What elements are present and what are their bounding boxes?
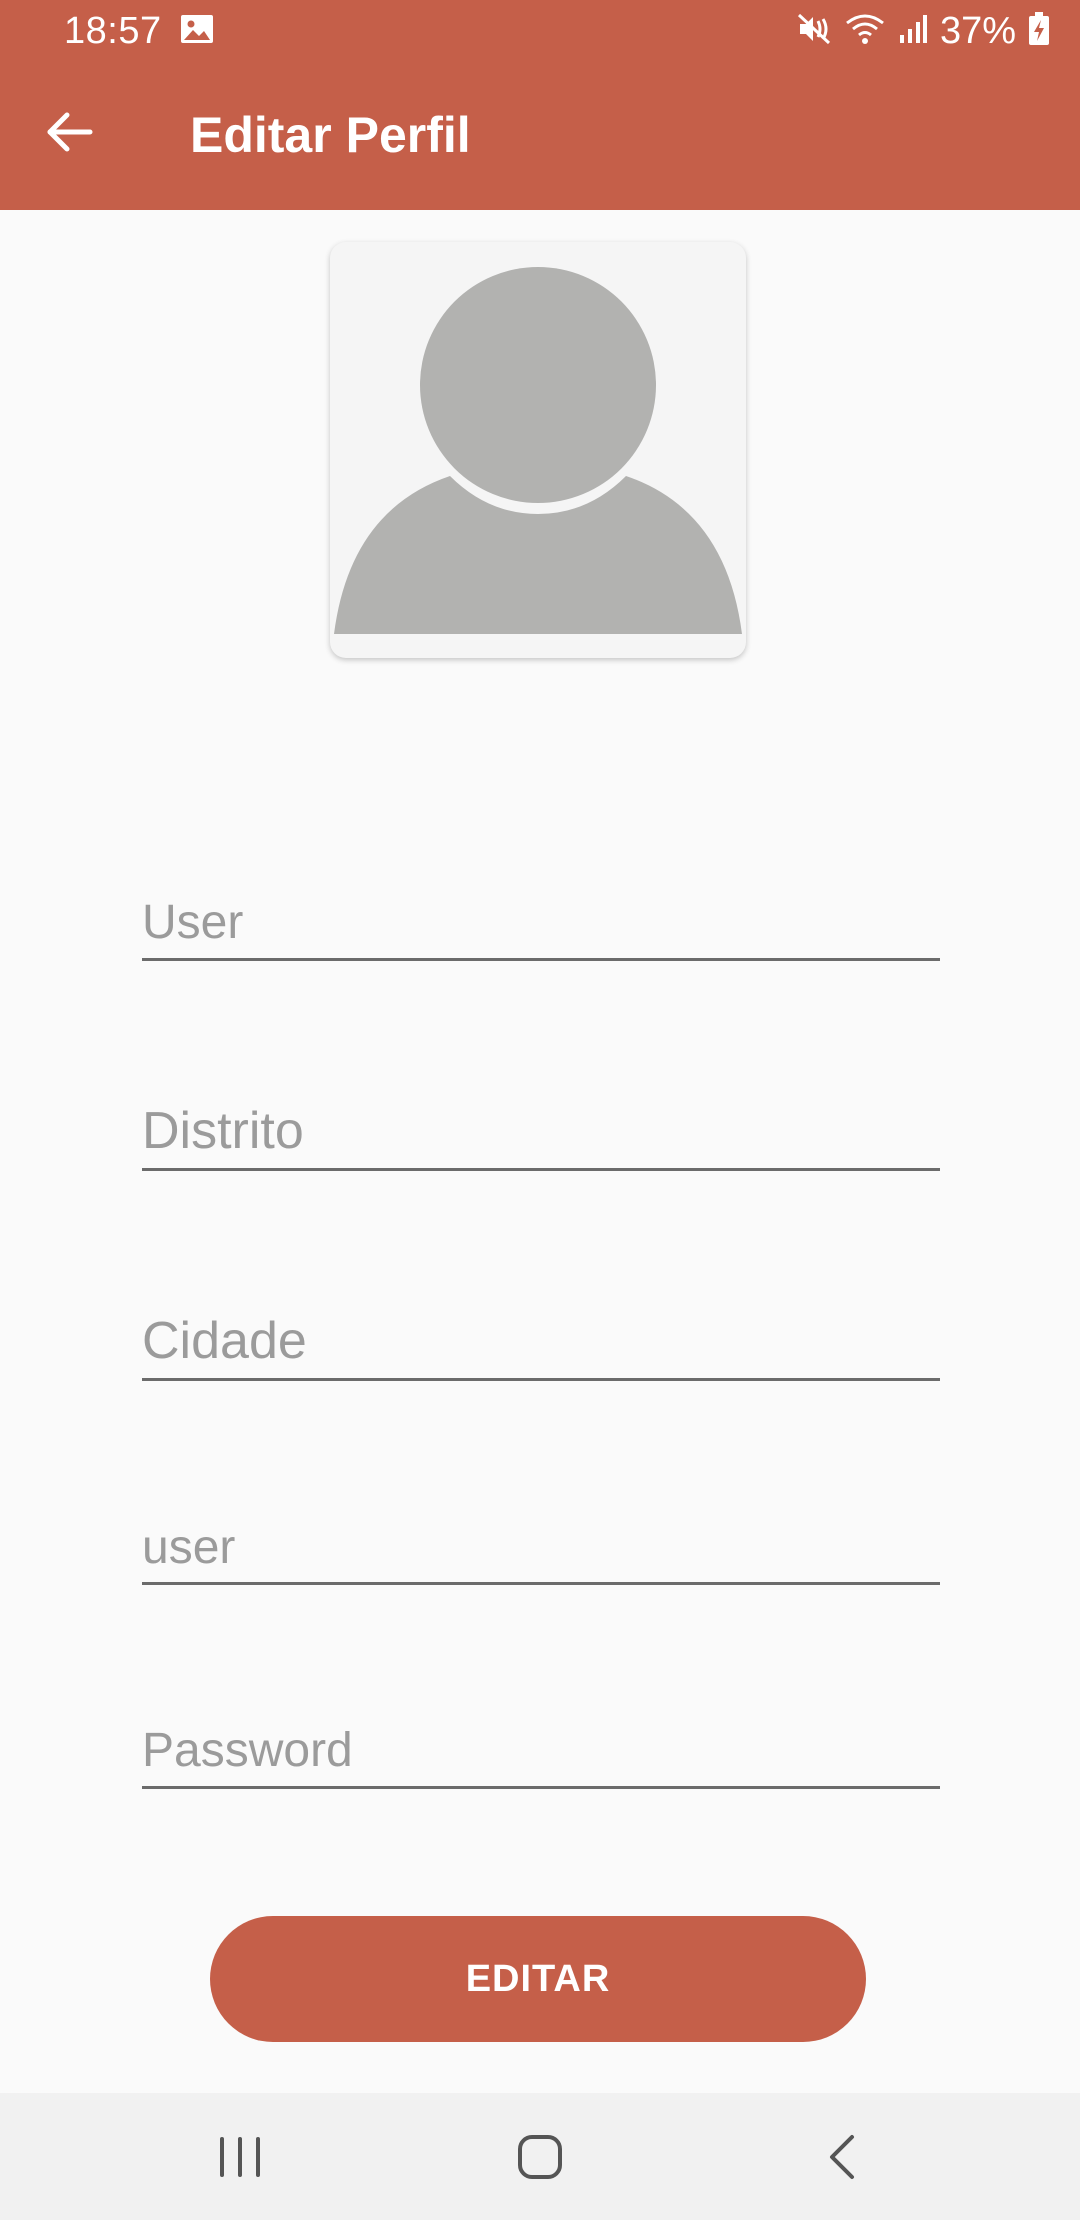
back-button[interactable] xyxy=(40,102,100,162)
mute-vibrate-icon xyxy=(796,12,832,51)
arrow-left-icon xyxy=(47,112,93,152)
signal-icon xyxy=(898,13,928,50)
city-input[interactable] xyxy=(142,1304,940,1378)
home-button[interactable] xyxy=(512,2129,568,2190)
username-input[interactable] xyxy=(142,1512,940,1582)
app-bar: Editar Perfil xyxy=(0,62,1080,210)
battery-percent: 37% xyxy=(939,10,1016,52)
status-time: 18:57 xyxy=(64,10,162,52)
district-input[interactable] xyxy=(142,1094,940,1168)
back-icon xyxy=(830,2135,854,2179)
user-input[interactable] xyxy=(142,886,940,958)
nav-back-button[interactable] xyxy=(816,2129,872,2190)
username-field xyxy=(142,1512,940,1585)
password-input[interactable] xyxy=(142,1714,940,1786)
district-field xyxy=(142,1094,940,1171)
home-icon xyxy=(518,2135,562,2179)
system-nav-bar xyxy=(0,2093,1080,2220)
image-icon xyxy=(180,14,214,49)
recents-icon xyxy=(220,2137,260,2177)
city-field xyxy=(142,1304,940,1381)
status-bar: 18:57 37% xyxy=(0,0,1080,62)
battery-charging-icon xyxy=(1028,12,1050,51)
user-field xyxy=(142,886,940,961)
status-icons: 37% xyxy=(796,10,1050,53)
recents-button[interactable] xyxy=(214,2129,266,2190)
edit-button[interactable]: EDITAR xyxy=(210,1916,866,2042)
password-field xyxy=(142,1714,940,1789)
page-title: Editar Perfil xyxy=(190,107,471,163)
person-placeholder-icon xyxy=(334,267,742,634)
avatar-image-button[interactable] xyxy=(330,242,746,658)
wifi-icon xyxy=(844,12,886,51)
